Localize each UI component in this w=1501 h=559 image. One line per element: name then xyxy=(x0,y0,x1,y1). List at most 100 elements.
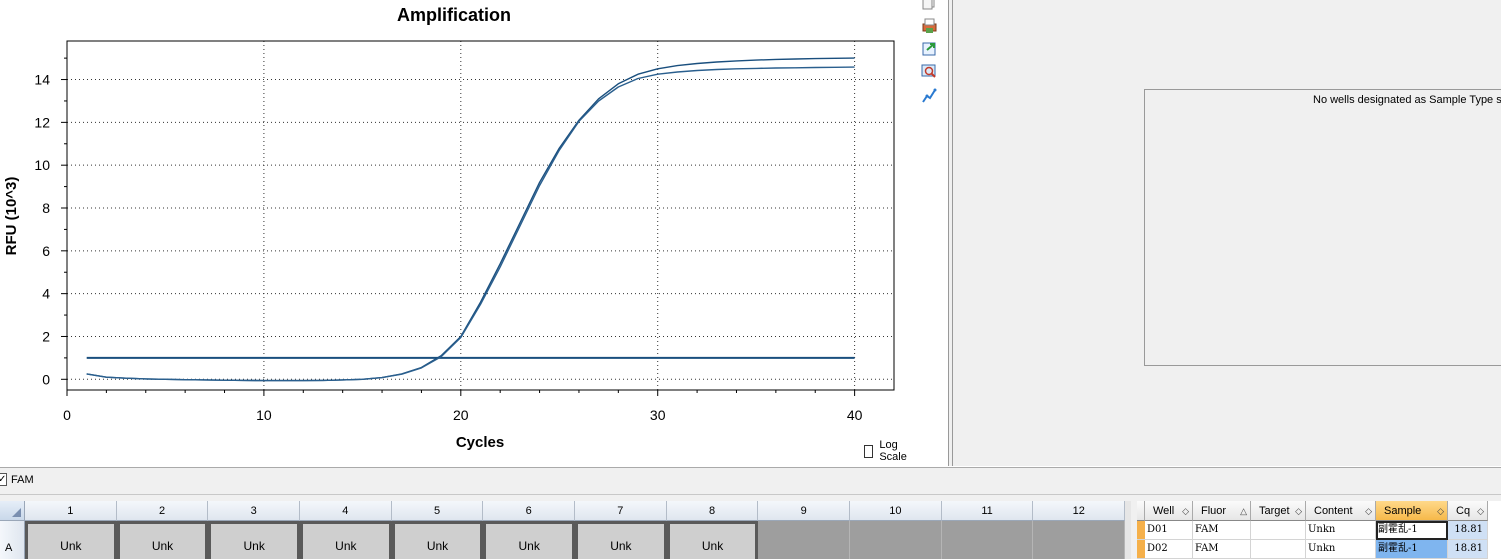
row-selector[interactable] xyxy=(1137,540,1145,559)
column-header-cq[interactable]: Cq ◇ xyxy=(1448,501,1488,521)
x-tick-label: 40 xyxy=(847,407,863,423)
plate-column-header[interactable]: 10 xyxy=(850,501,942,521)
cell-sample[interactable]: 副霍乱-1 xyxy=(1376,540,1448,559)
plate-row-header[interactable]: A xyxy=(0,521,25,559)
plate-column-header[interactable]: 1 xyxy=(25,501,117,521)
x-tick-label: 20 xyxy=(453,407,469,423)
plate-column-header[interactable]: 6 xyxy=(483,501,576,521)
plate-row-a: Unk Unk Unk Unk Unk Unk Unk Unk xyxy=(25,521,1125,559)
amplification-chart[interactable]: Amplification 0 10 20 30 40 0 2 4 6 8 10 12 14 Cycle… xyxy=(0,0,912,466)
print-icon[interactable] xyxy=(921,17,938,34)
plate-well[interactable]: Unk xyxy=(483,521,576,559)
well-content-label: Unk xyxy=(518,539,540,553)
cell-fluor[interactable]: FAM xyxy=(1193,521,1251,540)
cell-content[interactable]: Unkn xyxy=(1306,540,1376,559)
cell-content[interactable]: Unkn xyxy=(1306,521,1376,540)
fam-label: FAM xyxy=(11,474,34,486)
column-header-sample[interactable]: Sample ◇ xyxy=(1376,501,1448,521)
column-header-fluor[interactable]: Fluor △ xyxy=(1193,501,1251,521)
y-tick-label: 0 xyxy=(42,371,50,387)
well-content-label: Unk xyxy=(426,539,449,553)
plate-well[interactable]: Unk xyxy=(391,521,484,559)
export-icon[interactable] xyxy=(921,40,938,57)
chart-title: Amplification xyxy=(397,5,511,25)
sort-icon[interactable]: ◇ xyxy=(1365,501,1372,521)
copy-icon[interactable] xyxy=(921,0,938,11)
sort-icon[interactable]: ◇ xyxy=(1477,501,1484,521)
plate-well[interactable]: Unk xyxy=(25,521,117,559)
amplification-curve-1[interactable] xyxy=(86,57,855,382)
results-table-header: Well ◇ Fluor △ Target ◇ Content ◇ Sample ◇ Cq ◇ xyxy=(1137,501,1488,521)
amplification-curve-2[interactable] xyxy=(86,66,855,382)
plate-select-all[interactable] xyxy=(0,501,25,521)
cell-well[interactable]: D02 xyxy=(1145,540,1193,559)
plate-well[interactable]: Unk xyxy=(300,521,392,559)
x-tick-label: 30 xyxy=(650,407,666,423)
column-header-label: Cq xyxy=(1456,505,1471,517)
sort-ascending-icon[interactable]: △ xyxy=(1240,501,1247,521)
column-header-well[interactable]: Well ◇ xyxy=(1145,501,1193,521)
results-table: Well ◇ Fluor △ Target ◇ Content ◇ Sample ◇ Cq ◇ D01… xyxy=(1137,501,1501,559)
chart-series xyxy=(86,57,855,382)
log-scale-toggle[interactable]: Log Scale xyxy=(864,439,912,463)
cell-target[interactable] xyxy=(1251,521,1306,540)
curve-icon[interactable] xyxy=(921,87,938,104)
chart-ticks: 0 10 20 30 40 0 2 4 6 8 10 12 14 xyxy=(34,57,863,423)
log-scale-checkbox[interactable] xyxy=(864,444,874,458)
column-header-content[interactable]: Content ◇ xyxy=(1306,501,1376,521)
plate-column-header[interactable]: 11 xyxy=(941,501,1034,521)
y-tick-label: 12 xyxy=(34,114,50,130)
plate-column-header[interactable]: 5 xyxy=(391,501,484,521)
cell-well[interactable]: D01 xyxy=(1145,521,1193,540)
plate-well[interactable]: Unk xyxy=(666,521,759,559)
plate-well[interactable] xyxy=(941,521,1034,559)
column-header-label: Well xyxy=(1153,505,1175,517)
cell-target[interactable] xyxy=(1251,540,1306,559)
plate-column-header[interactable]: 4 xyxy=(300,501,392,521)
y-tick-label: 14 xyxy=(34,72,50,88)
plate-view: 1 2 3 4 5 6 7 8 9 10 11 12 A Unk Unk Unk Unk Unk Unk Unk U… xyxy=(0,501,1131,559)
y-tick-label: 6 xyxy=(42,243,50,259)
table-row[interactable]: D01 FAM Unkn 副霍乱-1 18.81 xyxy=(1137,521,1488,540)
table-row[interactable]: D02 FAM Unkn 副霍乱-1 18.81 xyxy=(1137,540,1488,559)
row-selector[interactable] xyxy=(1137,521,1145,540)
cell-sample[interactable]: 副霍乱-1 xyxy=(1376,521,1448,540)
well-content-label: Unk xyxy=(151,539,174,553)
log-scale-label: Log Scale xyxy=(879,439,907,463)
plot-area-frame xyxy=(66,40,895,391)
cell-cq[interactable]: 18.81 xyxy=(1448,540,1488,559)
well-content-label: Unk xyxy=(610,539,632,553)
plate-column-header[interactable]: 2 xyxy=(116,501,209,521)
plate-column-header[interactable]: 12 xyxy=(1033,501,1126,521)
plate-well[interactable]: Unk xyxy=(575,521,667,559)
plate-column-header[interactable]: 3 xyxy=(208,501,301,521)
x-tick-label: 10 xyxy=(256,407,272,423)
chart-toolstrip xyxy=(912,0,948,466)
plate-well[interactable]: Unk xyxy=(208,521,301,559)
plate-column-header[interactable]: 8 xyxy=(666,501,759,521)
column-header-target[interactable]: Target ◇ xyxy=(1251,501,1306,521)
fam-checkbox[interactable]: ✓ xyxy=(0,473,7,486)
sort-icon[interactable]: ◇ xyxy=(1437,501,1444,521)
standard-curve-box: No wells designated as Sample Type sta xyxy=(1144,89,1501,366)
column-header-label: Content xyxy=(1314,505,1353,517)
plate-well[interactable] xyxy=(850,521,942,559)
plate-column-header[interactable]: 7 xyxy=(575,501,667,521)
cell-cq[interactable]: 18.81 xyxy=(1448,521,1488,540)
plate-well[interactable] xyxy=(758,521,851,559)
y-tick-label: 2 xyxy=(42,328,50,344)
cell-fluor[interactable]: FAM xyxy=(1193,540,1251,559)
plate-well[interactable]: Unk xyxy=(116,521,209,559)
x-axis-label: Cycles xyxy=(456,434,504,451)
fluorophore-filter-bar: ✓ FAM xyxy=(0,467,1501,495)
well-content-label: Unk xyxy=(335,539,357,553)
sort-icon[interactable]: ◇ xyxy=(1182,501,1189,521)
plate-well[interactable] xyxy=(1033,521,1125,559)
sort-icon[interactable]: ◇ xyxy=(1295,501,1302,521)
plate-column-headers: 1 2 3 4 5 6 7 8 9 10 11 12 xyxy=(25,501,1126,521)
plate-column-header[interactable]: 9 xyxy=(758,501,851,521)
magnify-icon[interactable] xyxy=(921,63,938,80)
column-header-label: Sample xyxy=(1384,505,1422,517)
table-row-selector-header xyxy=(1137,501,1145,521)
y-tick-label: 10 xyxy=(34,157,50,173)
